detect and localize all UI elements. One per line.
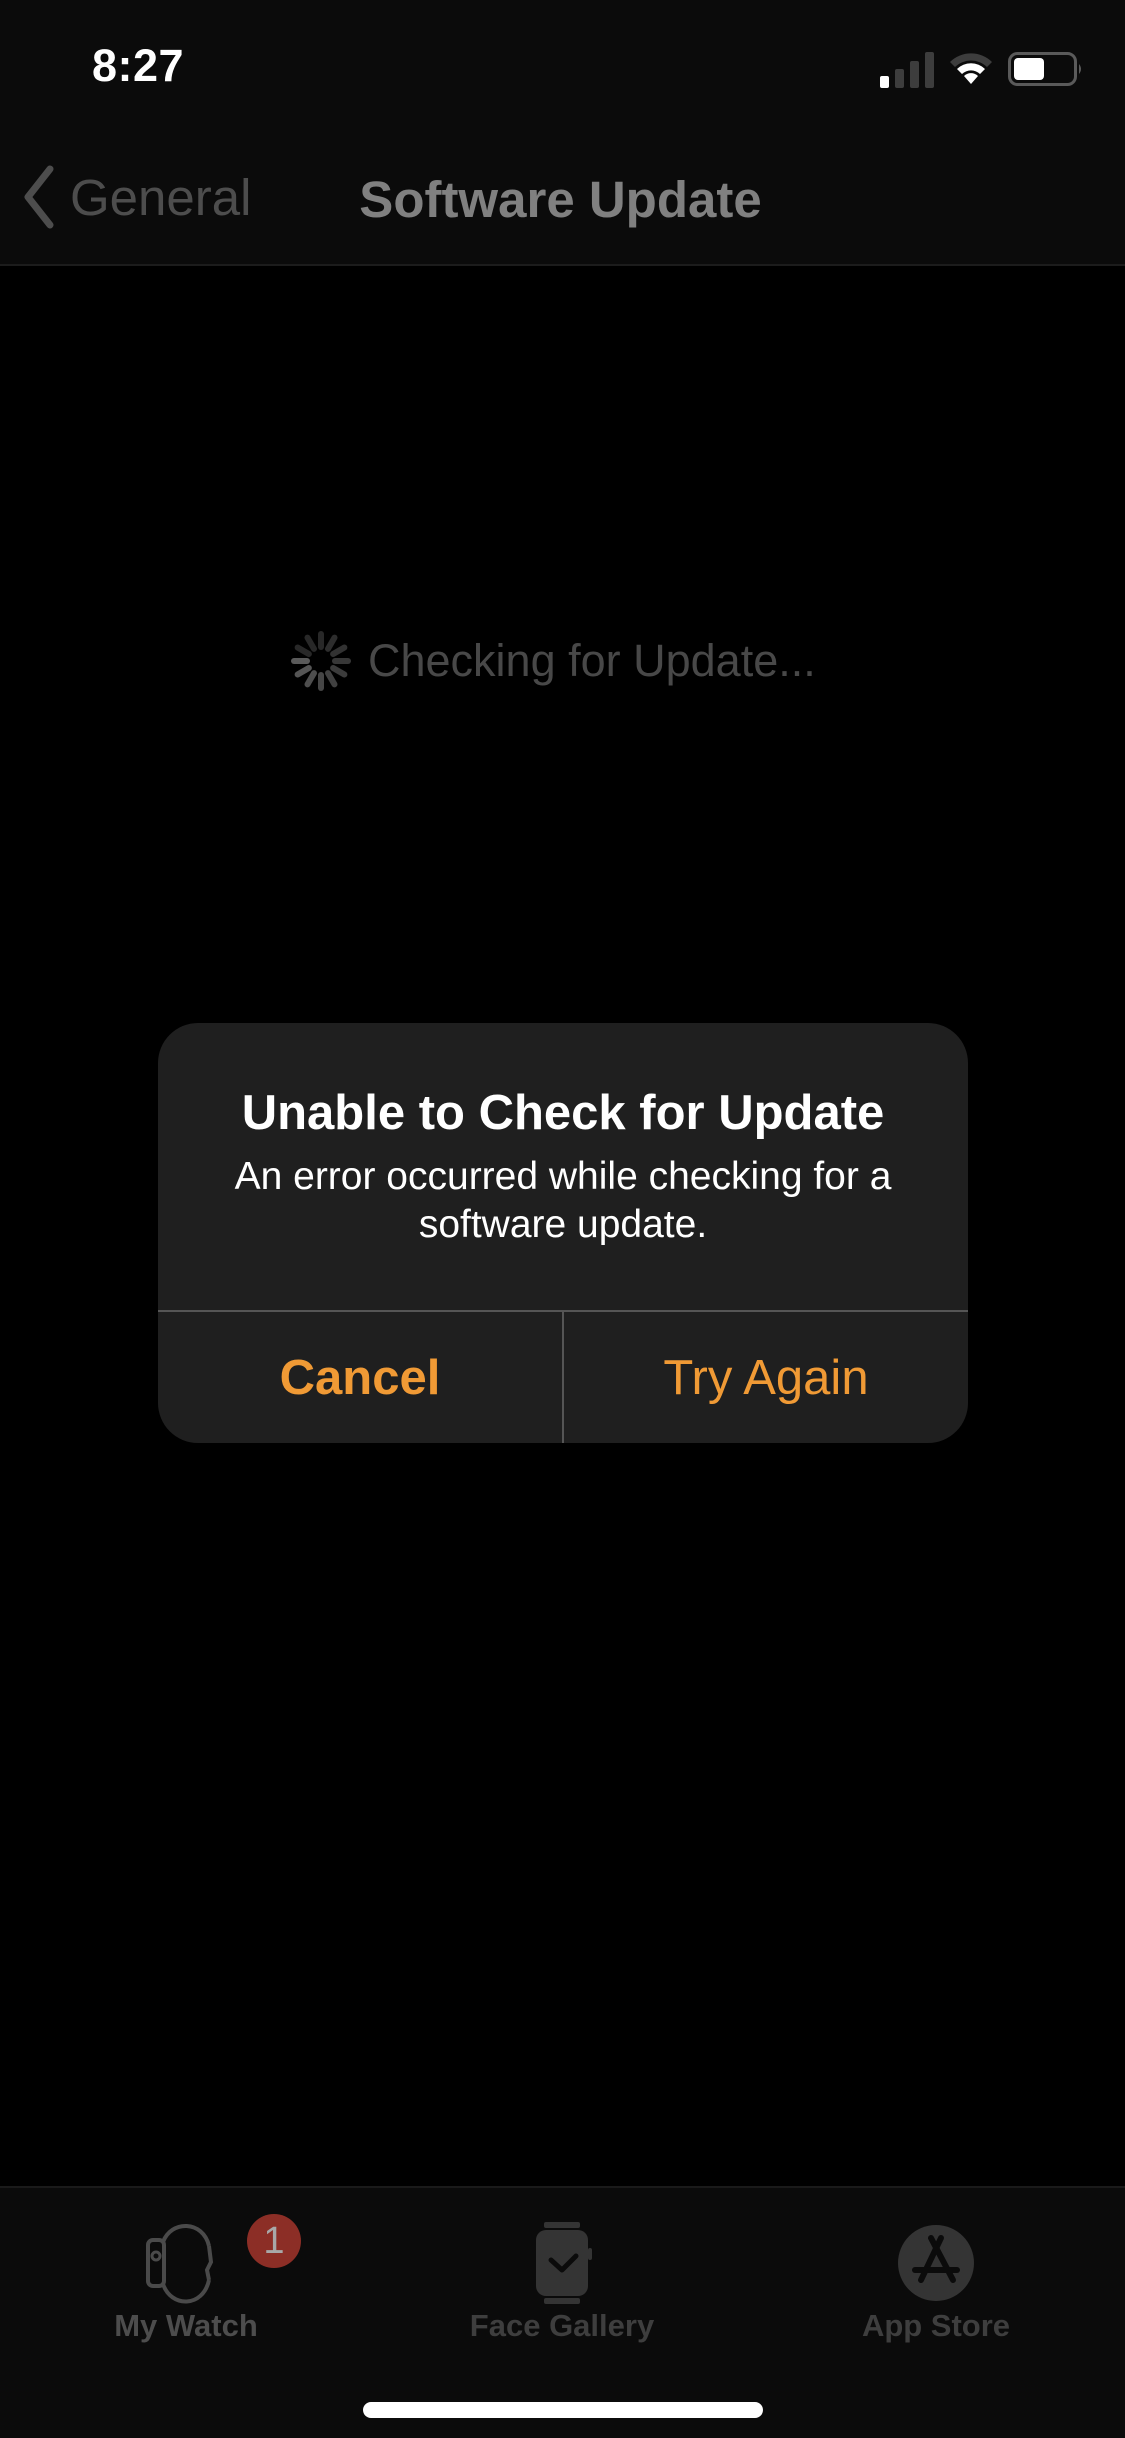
activity-spinner-icon bbox=[291, 631, 351, 691]
tab-app-store[interactable]: App Store bbox=[786, 2208, 1086, 2343]
spinner-spoke bbox=[294, 644, 312, 657]
tab-label: Face Gallery bbox=[469, 2308, 655, 2343]
tab-face-gallery[interactable]: Face Gallery bbox=[412, 2208, 712, 2343]
cancel-button[interactable]: Cancel bbox=[158, 1312, 562, 1443]
spinner-spoke bbox=[294, 665, 312, 678]
alert-message: An error occurred while checking for a s… bbox=[234, 1155, 892, 1246]
tab-label: App Store bbox=[861, 2308, 1011, 2343]
spinner-spoke bbox=[304, 670, 317, 688]
home-indicator[interactable] bbox=[363, 2402, 763, 2418]
battery-icon bbox=[1008, 52, 1081, 86]
notification-badge: 1 bbox=[247, 2214, 301, 2268]
checking-status: Checking for Update... bbox=[290, 630, 816, 692]
try-again-button[interactable]: Try Again bbox=[564, 1312, 968, 1443]
spinner-spoke bbox=[325, 634, 338, 652]
checking-status-text: Checking for Update... bbox=[368, 635, 816, 686]
spinner-spoke bbox=[325, 670, 338, 688]
wifi-icon bbox=[950, 53, 992, 84]
page-title: Software Update bbox=[359, 171, 762, 228]
spinner-spoke bbox=[330, 665, 348, 678]
error-alert-dialog: Unable to Check for Update An error occu… bbox=[158, 1023, 968, 1443]
cellular-signal-icon bbox=[880, 52, 934, 88]
alert-title: Unable to Check for Update bbox=[241, 1086, 885, 1140]
navigation-bar: General Software Update bbox=[0, 130, 1125, 266]
app-store-icon bbox=[898, 2225, 974, 2301]
tab-bar: 1 My Watch Face Gallery App Store bbox=[0, 2186, 1125, 2438]
tab-label: My Watch bbox=[114, 2308, 258, 2343]
spinner-spoke bbox=[330, 644, 348, 657]
status-time: 8:27 bbox=[92, 40, 185, 91]
watch-face-icon bbox=[536, 2222, 592, 2304]
spinner-spoke bbox=[304, 634, 317, 652]
watch-side-icon bbox=[146, 2224, 214, 2304]
tab-my-watch[interactable]: 1 My Watch bbox=[36, 2208, 336, 2343]
status-bar: 8:27 bbox=[0, 0, 1125, 130]
